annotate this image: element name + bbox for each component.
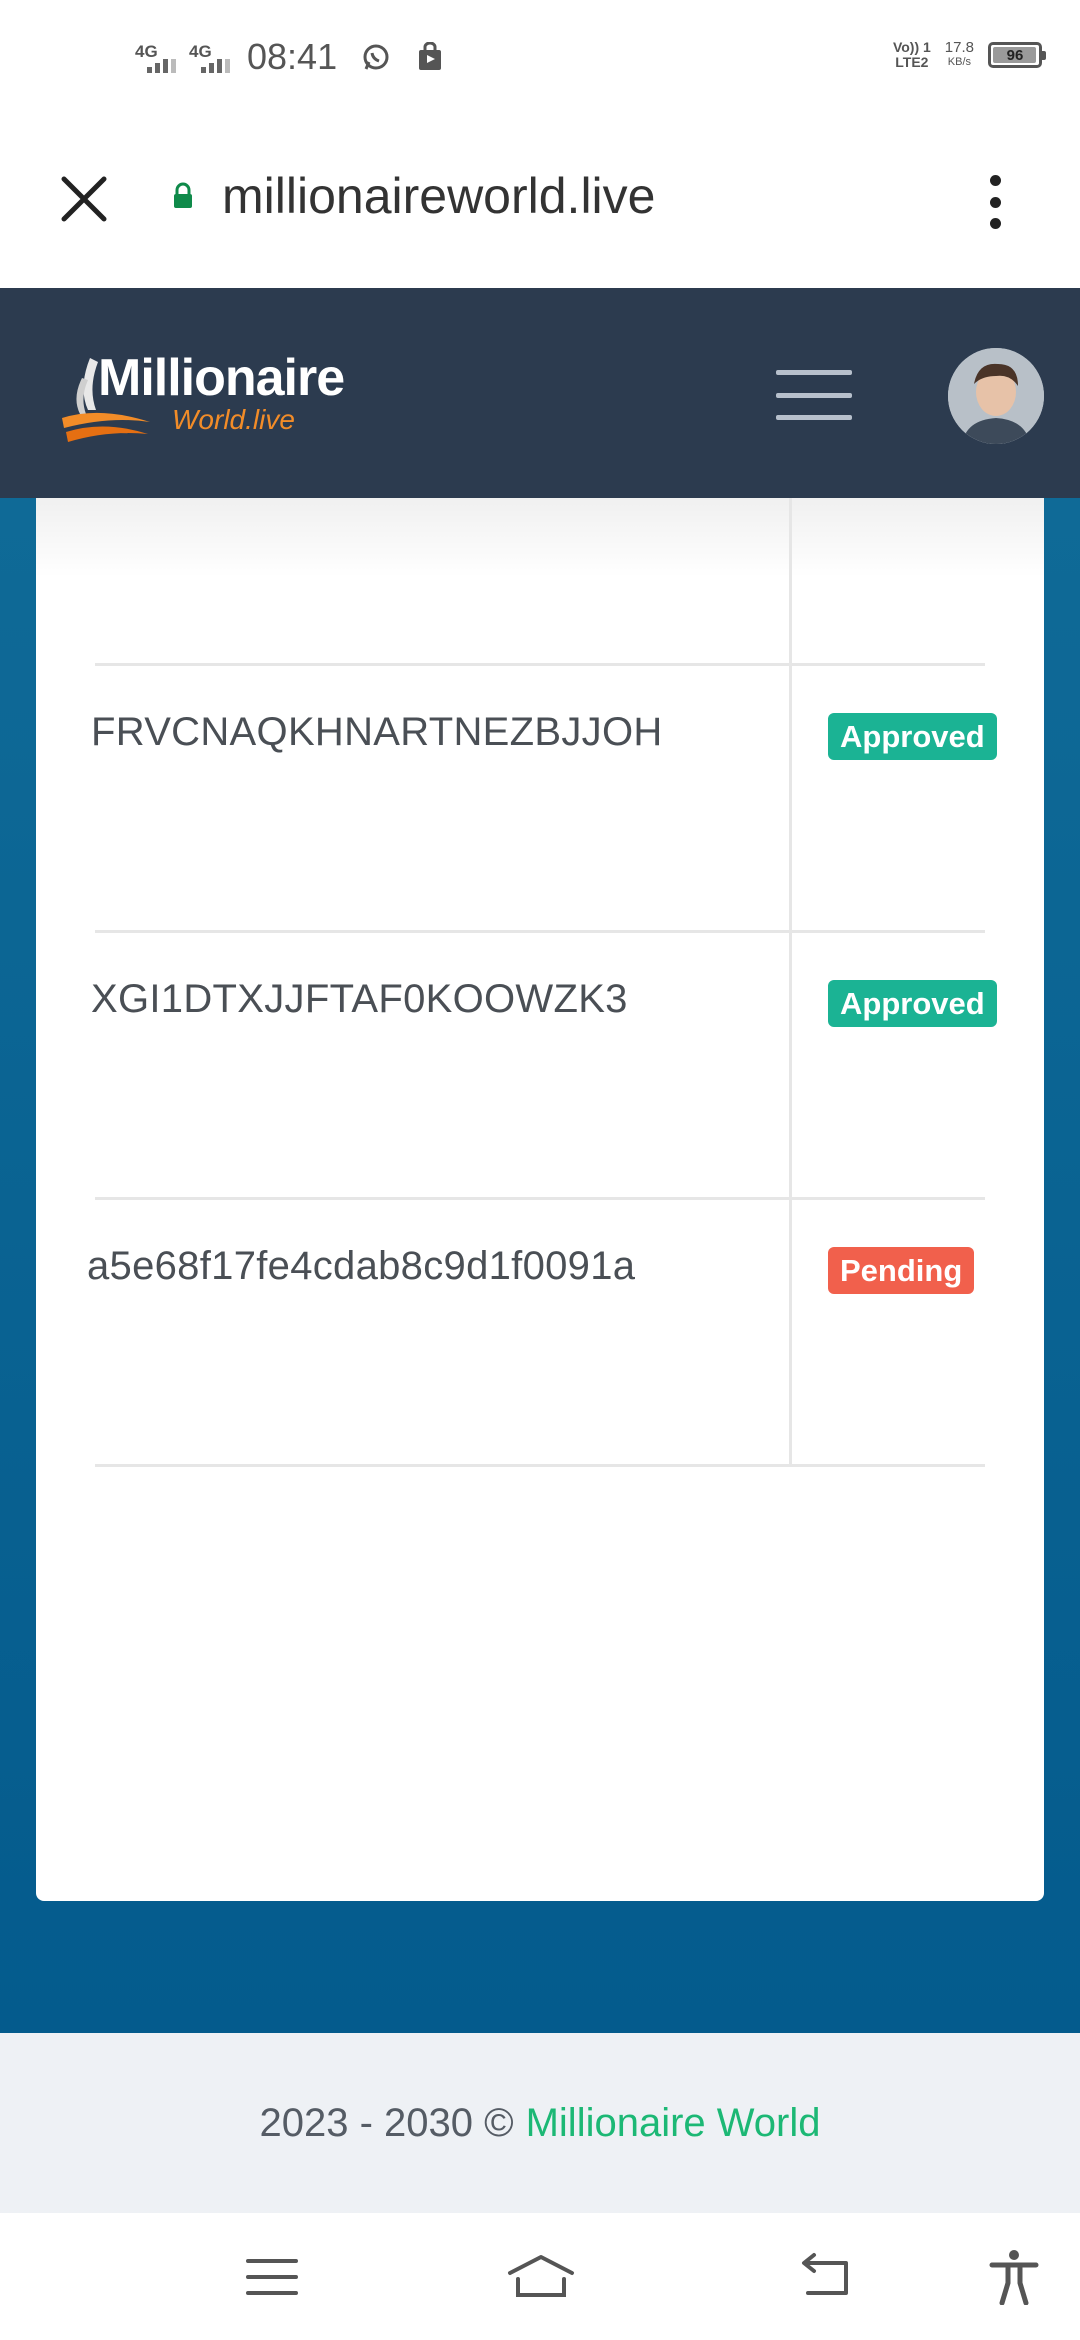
status-badge: Approved: [828, 980, 997, 1027]
footer-brand-link[interactable]: Millionaire World: [526, 2101, 821, 2146]
battery-icon: 96: [988, 42, 1046, 68]
clock: 08:41: [247, 36, 338, 77]
accessibility-icon[interactable]: [984, 2249, 1044, 2305]
speed-unit: KB/s: [947, 56, 972, 68]
transaction-id: FRVCNAQKHNARTNEZBJJOH: [91, 710, 663, 754]
transactions-table[interactable]: FRVCNAQKHNARTNEZBJJOH Approved XGI1DTXJJ…: [87, 498, 997, 1467]
home-icon[interactable]: [506, 2249, 576, 2305]
footer-copyright: 2023 - 2030 ©: [259, 2100, 514, 2145]
logo-title: Millionaire: [98, 349, 345, 407]
site-header: Millionaire World.live: [0, 288, 1080, 498]
back-icon[interactable]: [796, 2249, 856, 2305]
avatar[interactable]: [948, 348, 1044, 444]
url-field[interactable]: millionaireworld.live: [222, 167, 655, 225]
network-type-1: 4G: [135, 42, 158, 61]
volte-line-2: LTE2: [895, 54, 929, 70]
store-bag-icon: [419, 42, 442, 70]
lock-icon: [174, 182, 192, 208]
system-nav-bar: [0, 2213, 1080, 2340]
row-divider: [95, 1464, 985, 1467]
column-divider: [789, 498, 792, 1466]
volte-indicator: Vo)) 1 LTE2: [893, 40, 931, 70]
volte-line-1: Vo)) 1: [892, 39, 931, 55]
recent-apps-icon[interactable]: [242, 2249, 302, 2305]
transaction-id: XGI1DTXJJFTAF0KOOWZK3: [91, 977, 628, 1021]
row-divider: [95, 663, 985, 666]
browser-toolbar: millionaireworld.live: [0, 125, 1080, 288]
logo-subtitle: World.live: [172, 404, 295, 435]
whatsapp-icon: [363, 44, 389, 70]
signal-2-icon: 4G: [187, 37, 231, 77]
status-badge: Pending: [828, 1247, 975, 1294]
signal-1-icon: 4G: [133, 37, 177, 77]
transaction-id: a5e68f17fe4cdab8c9d1f0091a: [87, 1244, 636, 1288]
battery-level: 96: [1006, 46, 1024, 64]
network-speed: 17.8 KB/s: [945, 40, 974, 70]
menu-icon[interactable]: [776, 370, 852, 420]
speed-value: 17.8: [944, 39, 974, 56]
more-vert-icon[interactable]: [980, 167, 1010, 237]
main-content: FRVCNAQKHNARTNEZBJJOH Approved XGI1DTXJJ…: [0, 498, 1080, 2033]
site-footer: 2023 - 2030 © Millionaire World: [0, 2033, 1080, 2213]
close-icon[interactable]: [56, 171, 112, 227]
status-badge: Approved: [828, 713, 997, 760]
status-bar: 4G 4G 08:41 Vo)) 1 LTE2 17.8 KB/s 96: [0, 0, 1080, 125]
network-type-2: 4G: [189, 42, 212, 61]
row-divider: [95, 1197, 985, 1200]
site-logo[interactable]: Millionaire World.live: [60, 348, 360, 448]
row-divider: [95, 930, 985, 933]
transactions-card: FRVCNAQKHNARTNEZBJJOH Approved XGI1DTXJJ…: [36, 498, 1044, 1901]
